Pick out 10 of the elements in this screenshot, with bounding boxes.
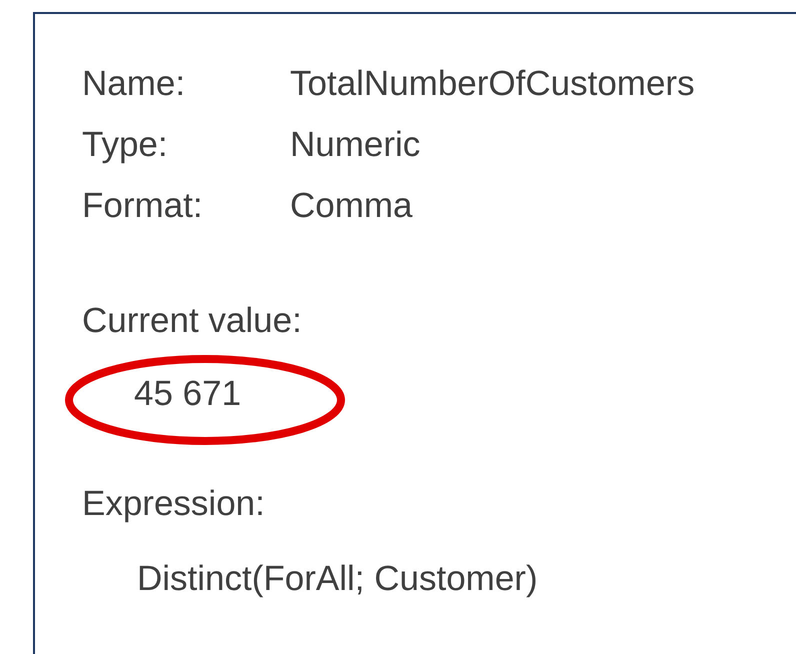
- expression-label: Expression:: [82, 486, 266, 521]
- current-value: 45 671: [134, 376, 242, 411]
- field-value: TotalNumberOfCustomers: [290, 66, 696, 101]
- current-value-label: Current value:: [82, 303, 303, 338]
- field-label: Format:: [82, 188, 204, 223]
- field-value: Numeric: [290, 127, 422, 162]
- field-label: Name:: [82, 66, 186, 101]
- field-label: Type:: [82, 127, 169, 162]
- field-value: Comma: [290, 188, 414, 223]
- expression-value: Distinct(ForAll; Customer): [137, 561, 539, 596]
